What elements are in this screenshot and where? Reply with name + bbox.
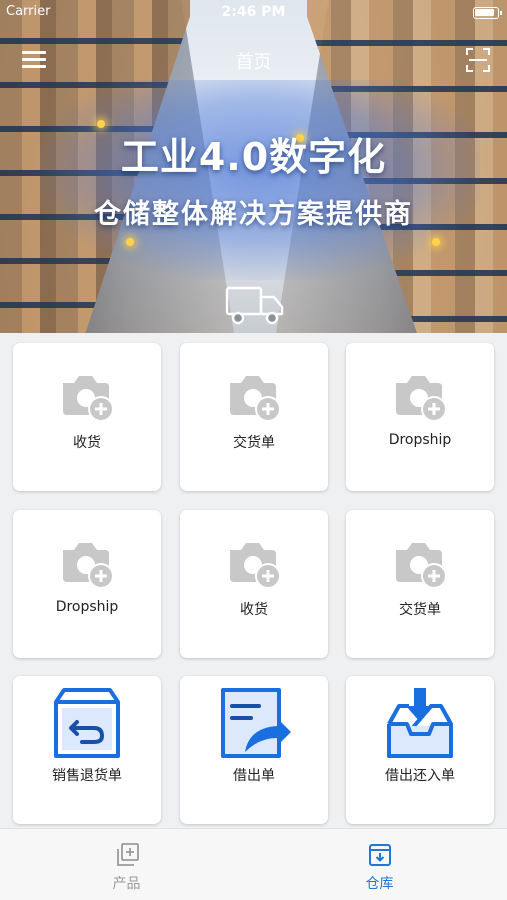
camera-add-icon [230,376,281,422]
grid-item-label: 借出还入单 [385,768,455,784]
grid-item-label: Dropship [55,599,119,615]
grid-item-label: 借出单 [233,768,275,784]
banner-title: 工业4.0数字化 [120,135,387,179]
bottom-tab-bar: 产品 仓库 [0,828,507,900]
map-dot [432,238,440,246]
map-dot [126,238,134,246]
grid-item-label: 收货 [240,602,268,618]
inbox-download-icon [387,688,453,758]
camera-add-icon [396,543,447,589]
camera-add-icon [396,376,447,422]
camera-add-icon [63,543,114,589]
grid-item-label: 销售退货单 [52,768,122,784]
grid-item-lend-return-order[interactable]: 借出还入单 [346,676,494,824]
grid-item-delivery-note[interactable]: 交货单 [180,343,328,491]
grid-item-receiving-2[interactable]: 收货 [180,510,328,658]
grid-item-dropship-2[interactable]: Dropship [13,510,161,658]
add-square-icon [117,843,139,866]
grid-item-label: 收货 [73,435,101,451]
hero-banner: Carrier 2:46 PM 首页 工业4.0数字化 仓储整体解决方案提供商 [0,0,507,333]
page-title: 首页 [235,52,272,73]
grid-item-lend-order[interactable]: 借出单 [180,676,328,824]
grid-item-receiving[interactable]: 收货 [13,343,161,491]
tab-product[interactable]: 产品 [0,829,253,900]
tab-label: 产品 [112,876,141,892]
scan-icon[interactable] [465,47,491,73]
grid-item-dropship[interactable]: Dropship [346,343,494,491]
tab-label: 仓库 [365,876,394,892]
lend-document-icon [221,688,291,758]
camera-add-icon [63,376,114,422]
tab-warehouse[interactable]: 仓库 [253,829,506,900]
grid-item-label: 交货单 [399,602,441,618]
grid-item-sales-return[interactable]: 销售退货单 [13,676,161,824]
camera-add-icon [230,543,281,589]
nav-bar: 首页 [0,38,507,82]
grid-item-delivery-note-2[interactable]: 交货单 [346,510,494,658]
warehouse-box-icon [369,844,391,866]
return-box-icon [54,688,120,758]
battery-icon [473,7,502,19]
grid-item-label: Dropship [388,432,452,448]
truck-icon [225,286,284,325]
grid-item-label: 交货单 [233,435,275,451]
banner-subtitle: 仓储整体解决方案提供商 [94,199,413,230]
status-bar: Carrier 2:46 PM [0,0,507,24]
status-time: 2:46 PM [221,4,286,20]
